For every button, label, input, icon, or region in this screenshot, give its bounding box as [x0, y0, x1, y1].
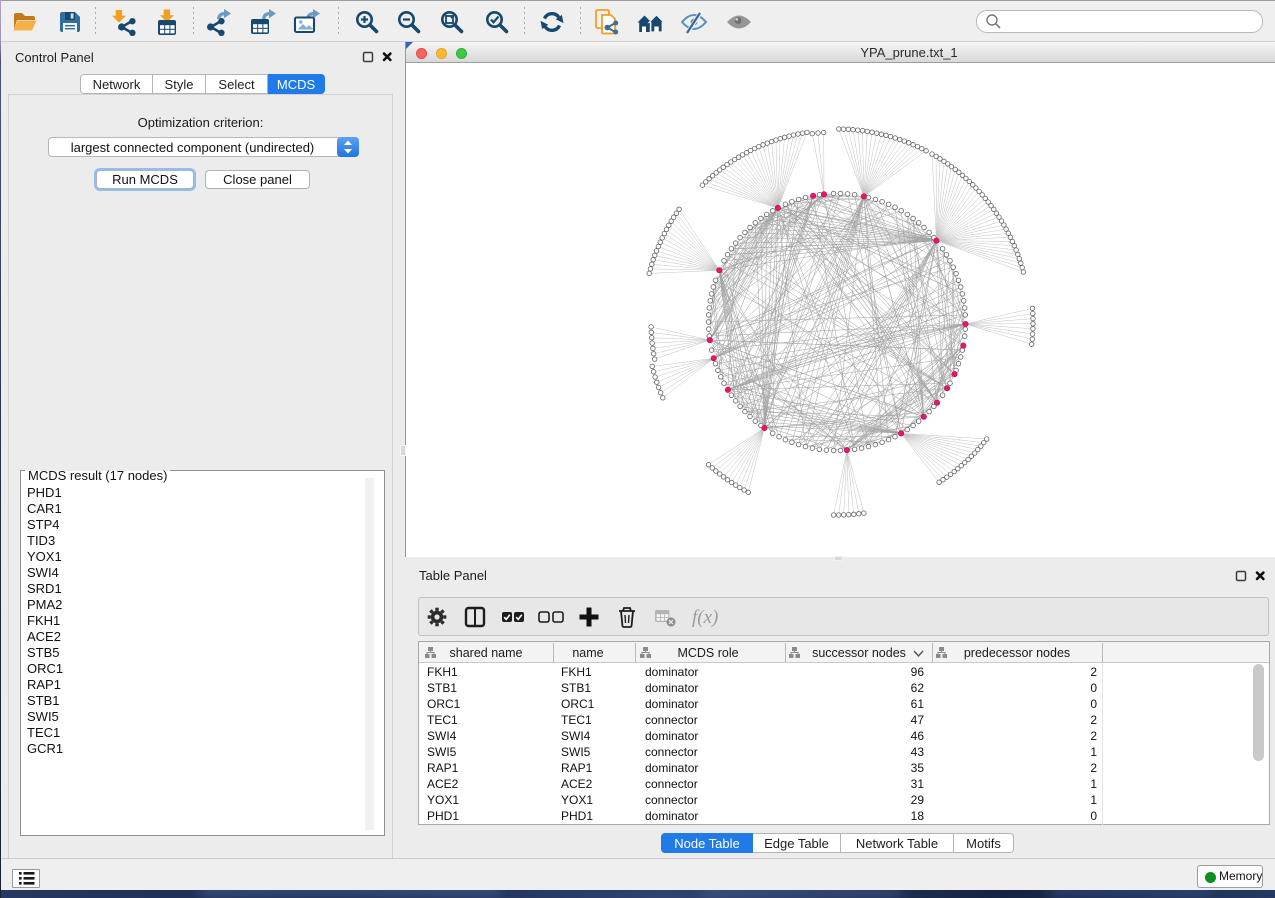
svg-text:successor nodes: successor nodes [812, 646, 906, 660]
svg-text:MCDS role: MCDS role [677, 646, 738, 660]
svg-text:name: name [572, 646, 603, 660]
svg-text:f(x): f(x) [692, 607, 718, 628]
svg-text:predecessor nodes: predecessor nodes [964, 646, 1070, 660]
svg-text:shared name: shared name [450, 646, 523, 660]
